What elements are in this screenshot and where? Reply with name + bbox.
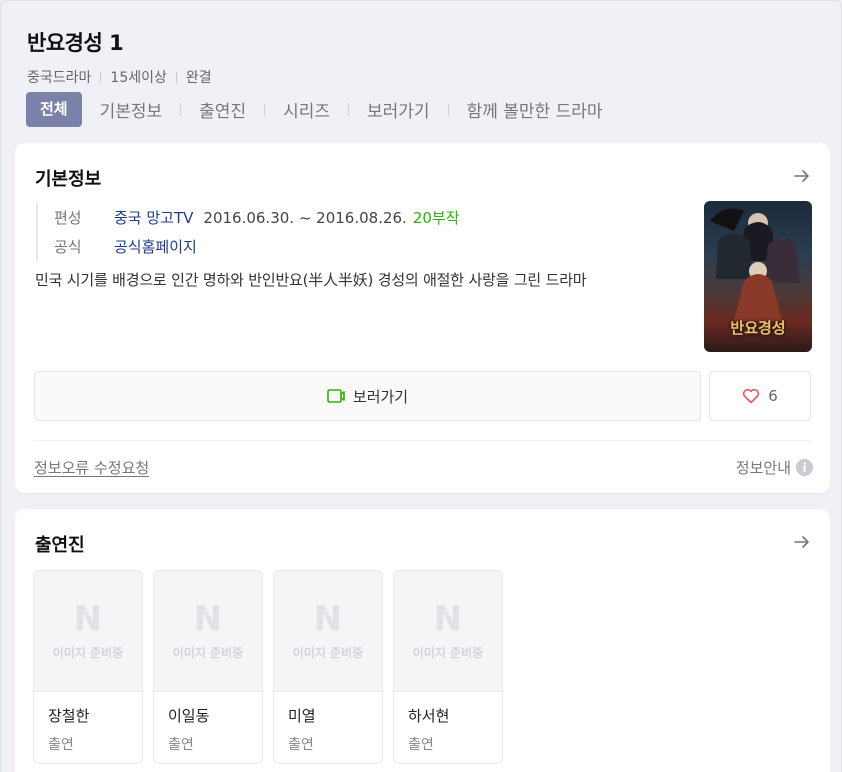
tab-divider xyxy=(348,103,350,116)
watch-button[interactable]: 보러가기 xyxy=(34,371,701,421)
cast-member[interactable]: N 이미지 준비중 장철한 출연 xyxy=(33,570,143,764)
cast-name: 장철한 xyxy=(48,707,90,725)
cast-role: 출연 xyxy=(168,737,194,753)
meta-rating: 15세이상 xyxy=(110,70,167,86)
cast-name: 미열 xyxy=(288,707,316,725)
official-label: 공식 xyxy=(54,238,82,256)
info-guide-label: 정보안내 xyxy=(735,459,791,477)
basic-info-title: 기본정보 xyxy=(35,169,102,190)
info-guide-button[interactable]: 정보안내 i xyxy=(736,457,813,478)
placeholder-logo: N xyxy=(193,598,223,639)
card-divider xyxy=(34,440,811,441)
placeholder-logo: N xyxy=(433,598,463,639)
report-error-link[interactable]: 정보오류 수정요청 xyxy=(34,457,149,478)
basic-info-card: 기본정보 편성 중국 망고TV 2016.06.30. ~ 2016.08.26… xyxy=(15,143,830,493)
cast-photo-placeholder: N 이미지 준비중 xyxy=(154,571,262,692)
drama-description: 민국 시기를 배경으로 인간 명하와 반인반요(半人半妖) 경성의 애절한 사랑… xyxy=(35,271,587,289)
meta-status: 완결 xyxy=(185,70,212,86)
tab-recommended[interactable]: 함께 볼만한 드라마 xyxy=(467,97,603,122)
tab-divider xyxy=(264,103,266,116)
poster-title: 반요경성 xyxy=(730,319,786,337)
drama-header: 반요경성 1 중국드라마 15세이상 완결 xyxy=(27,27,212,87)
info-icon: i xyxy=(796,459,813,476)
official-row: 공식 공식홈페이지 xyxy=(54,232,460,261)
cast-role: 출연 xyxy=(408,737,434,753)
meta-genre: 중국드라마 xyxy=(27,70,92,86)
basic-facts: 편성 중국 망고TV 2016.06.30. ~ 2016.08.26. 20부… xyxy=(36,203,460,261)
broadcast-channel-link[interactable]: 중국 망고TV xyxy=(114,207,193,228)
placeholder-logo: N xyxy=(313,598,343,639)
broadcast-period: 2016.06.30. ~ 2016.08.26. xyxy=(203,208,407,227)
broadcast-row: 편성 중국 망고TV 2016.06.30. ~ 2016.08.26. 20부… xyxy=(54,203,460,232)
cast-role: 출연 xyxy=(48,737,74,753)
episode-count: 20부작 xyxy=(412,209,460,227)
cast-card: 출연진 N 이미지 준비중 장철한 출연 N 이미지 준비중 이일동 출연 N … xyxy=(15,509,830,772)
cast-photo-placeholder: N 이미지 준비중 xyxy=(34,571,142,692)
tab-basic-info[interactable]: 기본정보 xyxy=(100,97,163,122)
heart-icon xyxy=(743,388,760,404)
broadcast-label: 편성 xyxy=(54,209,82,227)
watch-button-label: 보러가기 xyxy=(352,387,409,406)
like-button[interactable]: 6 xyxy=(709,371,811,421)
cast-title: 출연진 xyxy=(35,535,85,556)
placeholder-text: 이미지 준비중 xyxy=(412,645,484,660)
tab-cast[interactable]: 출연진 xyxy=(199,97,246,122)
cast-member[interactable]: N 이미지 준비중 하서현 출연 xyxy=(393,570,503,764)
cast-list: N 이미지 준비중 장철한 출연 N 이미지 준비중 이일동 출연 N 이미지 … xyxy=(33,570,503,764)
placeholder-text: 이미지 준비중 xyxy=(172,645,244,660)
meta-divider xyxy=(100,71,102,83)
cast-photo-placeholder: N 이미지 준비중 xyxy=(394,571,502,692)
page-title: 반요경성 1 xyxy=(27,31,124,55)
like-count: 6 xyxy=(768,387,778,405)
cast-photo-placeholder: N 이미지 준비중 xyxy=(274,571,382,692)
tab-watch[interactable]: 보러가기 xyxy=(367,97,430,122)
drama-info-page: 반요경성 1 중국드라마 15세이상 완결 전체 기본정보 출연진 시리즈 보러… xyxy=(0,0,842,772)
section-tabs: 전체 기본정보 출연진 시리즈 보러가기 함께 볼만한 드라마 xyxy=(26,92,603,127)
arrow-right-icon[interactable] xyxy=(792,532,812,552)
drama-meta: 중국드라마 15세이상 완결 xyxy=(27,67,212,87)
placeholder-logo: N xyxy=(73,598,103,639)
cast-member[interactable]: N 이미지 준비중 미열 출연 xyxy=(273,570,383,764)
official-homepage-link[interactable]: 공식홈페이지 xyxy=(114,236,197,257)
placeholder-text: 이미지 준비중 xyxy=(292,645,364,660)
cast-name: 하서현 xyxy=(408,707,450,725)
cast-role: 출연 xyxy=(288,737,314,753)
cast-member[interactable]: N 이미지 준비중 이일동 출연 xyxy=(153,570,263,764)
meta-divider xyxy=(175,71,177,83)
tab-divider xyxy=(180,103,182,116)
arrow-right-icon[interactable] xyxy=(792,166,812,186)
tab-series[interactable]: 시리즈 xyxy=(283,97,330,122)
placeholder-text: 이미지 준비중 xyxy=(52,645,124,660)
tab-all[interactable]: 전체 xyxy=(26,92,82,127)
play-box-icon xyxy=(327,389,345,403)
cast-name: 이일동 xyxy=(168,707,210,725)
tab-divider xyxy=(447,103,449,116)
drama-poster[interactable]: 반요경성 xyxy=(704,201,812,352)
